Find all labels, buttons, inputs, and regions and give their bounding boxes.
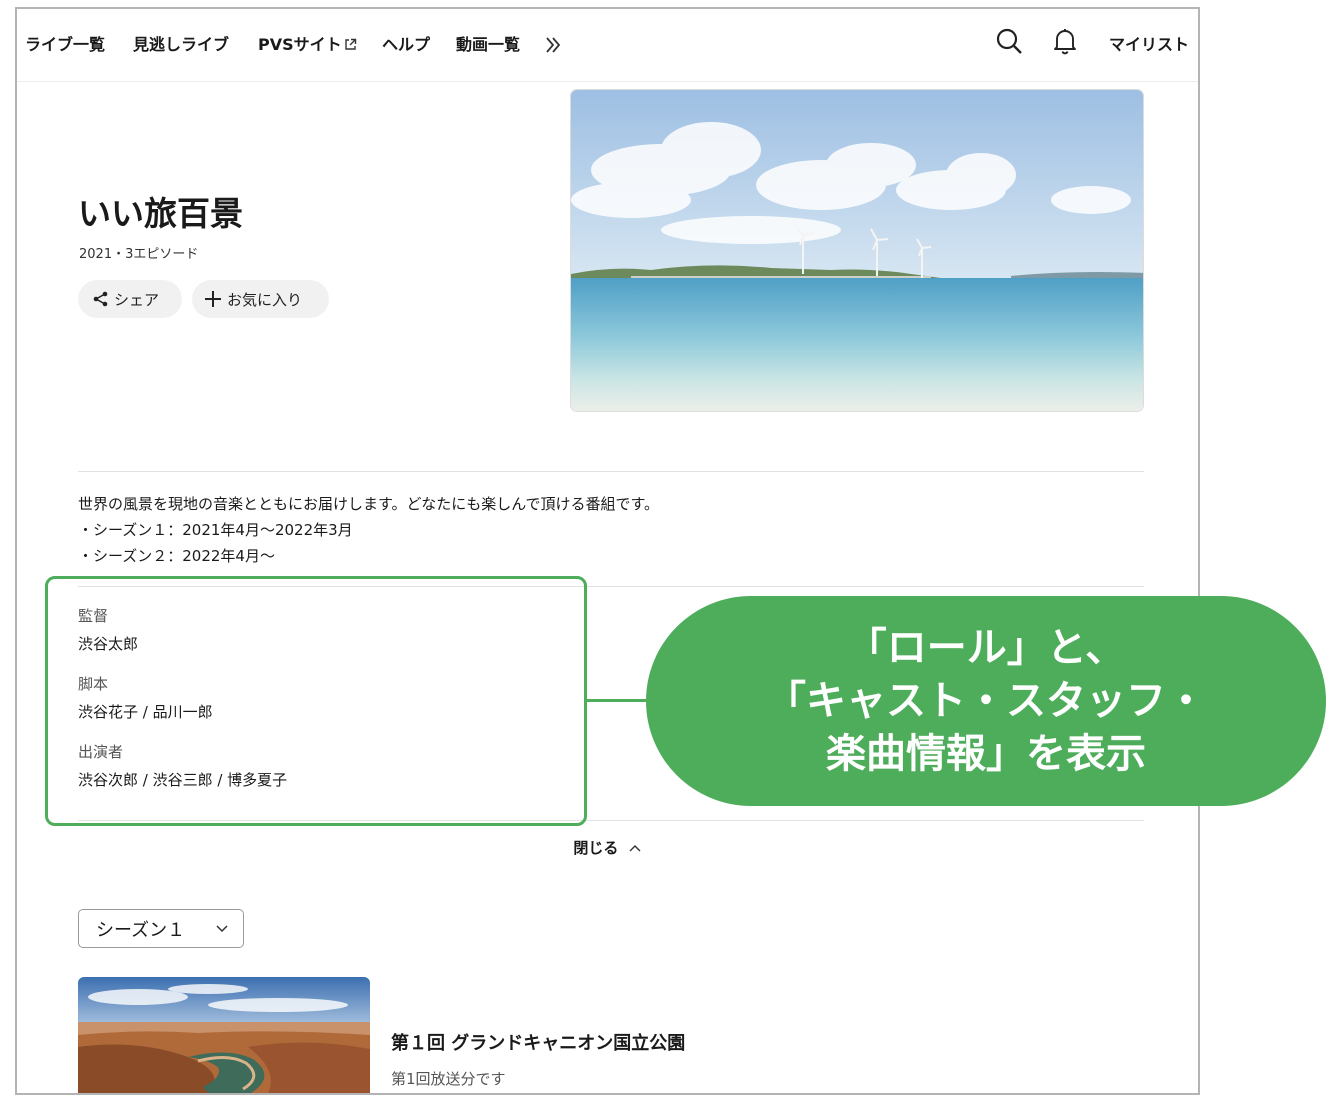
top-nav: ライブ一覧 見逃しライブ PVSサイト ヘルプ 動画一覧 マイリスト <box>17 9 1198 82</box>
external-link-icon <box>344 38 356 50</box>
description-line: ・シーズン２：2022年4月〜 <box>78 547 275 565</box>
favorite-label: お気に入り <box>227 290 303 309</box>
program-meta: 2021・3エピソード <box>79 247 199 262</box>
callout-bubble: 「ロール」と、 「キャスト・スタッフ・ 楽曲情報」を表示 <box>646 596 1326 806</box>
program-title: いい旅百景 <box>78 194 243 233</box>
favorite-button[interactable]: お気に入り <box>192 280 329 318</box>
program-description: 世界の風景を現地の音楽とともにお届けします。どなたにも楽しんで頂ける番組です。 … <box>78 491 659 569</box>
double-chevron-right-icon[interactable] <box>545 35 561 55</box>
mylist-link[interactable]: マイリスト <box>1109 31 1189 55</box>
nav-live-list[interactable]: ライブ一覧 <box>25 31 105 55</box>
description-line: 世界の風景を現地の音楽とともにお届けします。どなたにも楽しんで頂ける番組です。 <box>78 495 659 513</box>
description-line: ・シーズン１：2021年4月〜2022年3月 <box>78 521 353 539</box>
credits-highlight-box <box>45 576 587 826</box>
callout-line: 楽曲情報」を表示 <box>826 730 1146 777</box>
episode-thumbnail[interactable] <box>78 977 370 1093</box>
nav-help[interactable]: ヘルプ <box>382 31 430 55</box>
nav-missed-live[interactable]: 見逃しライブ <box>133 31 229 55</box>
section-divider <box>78 471 1144 472</box>
share-button[interactable]: シェア <box>78 280 182 318</box>
close-label: 閉じる <box>573 839 619 857</box>
nav-pvs-site[interactable]: PVSサイト <box>258 31 357 55</box>
season-select-value: シーズン１ <box>96 919 186 941</box>
nav-video-list[interactable]: 動画一覧 <box>456 31 520 55</box>
chevron-up-icon <box>629 844 641 851</box>
program-hero-image <box>570 89 1144 412</box>
nav-pvs-site-label: PVSサイト <box>258 35 342 54</box>
share-icon <box>93 291 108 307</box>
episode-subtitle: 第1回放送分です <box>391 1070 506 1088</box>
season-select[interactable]: シーズン１ <box>78 909 244 948</box>
close-details-button[interactable]: 閉じる <box>17 837 1198 858</box>
share-label: シェア <box>114 290 160 309</box>
search-icon[interactable] <box>995 27 1023 55</box>
browser-frame: ライブ一覧 見逃しライブ PVSサイト ヘルプ 動画一覧 マイリスト いい旅百景… <box>15 7 1200 1095</box>
bell-icon[interactable] <box>1053 27 1077 55</box>
callout-line: 「ロール」と、 <box>846 624 1126 671</box>
callout-line: 「キャスト・スタッフ・ <box>766 677 1206 724</box>
plus-icon <box>205 291 221 307</box>
chevron-down-icon <box>216 925 228 933</box>
callout-connector <box>587 699 647 702</box>
episode-title[interactable]: 第１回 グランドキャニオン国立公園 <box>391 1029 685 1055</box>
